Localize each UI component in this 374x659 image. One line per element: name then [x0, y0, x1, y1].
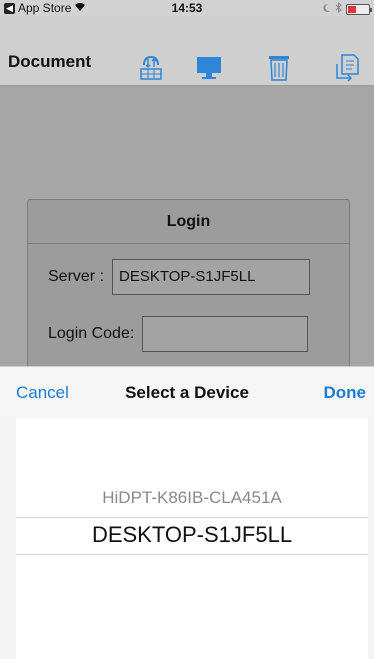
status-bar: ◀ App Store 14:53	[0, 0, 374, 16]
login-title: Login	[28, 200, 349, 244]
status-time: 14:53	[171, 1, 203, 15]
picker-toolbar: Cancel Select a Device Done	[0, 366, 374, 418]
login-dialog: Login Server : DESKTOP-S1JF5LL Login Cod…	[27, 199, 350, 379]
bluetooth-icon	[335, 1, 342, 16]
server-label: Server :	[48, 268, 105, 285]
monitor-icon[interactable]	[194, 52, 224, 82]
battery-icon	[346, 3, 372, 15]
trash-icon[interactable]	[264, 52, 294, 82]
app-screen: ◀ App Store 14:53 Document Login Server …	[0, 0, 374, 659]
done-button[interactable]: Done	[324, 383, 367, 403]
status-indicators	[322, 1, 372, 16]
export-document-icon[interactable]	[333, 52, 363, 82]
login-code-row: Login Code:	[48, 316, 309, 352]
login-code-field[interactable]	[142, 316, 309, 352]
nav-title: Document	[8, 52, 92, 71]
device-picker: HiDPT-K86IB-CLA451A DESKTOP-S1JF5LL	[0, 418, 374, 659]
picker-option-selected[interactable]: DESKTOP-S1JF5LL	[16, 522, 368, 548]
transfer-icon[interactable]	[136, 52, 166, 82]
picker-title: Select a Device	[125, 383, 249, 402]
server-field[interactable]: DESKTOP-S1JF5LL	[112, 259, 311, 295]
moon-icon	[322, 2, 331, 16]
picker-wheel[interactable]: HiDPT-K86IB-CLA451A DESKTOP-S1JF5LL	[16, 418, 368, 659]
server-row: Server : DESKTOP-S1JF5LL	[48, 259, 311, 295]
picker-option[interactable]: HiDPT-K86IB-CLA451A	[16, 488, 368, 508]
nav-bar: Document	[0, 16, 374, 86]
login-code-label: Login Code:	[48, 325, 135, 342]
